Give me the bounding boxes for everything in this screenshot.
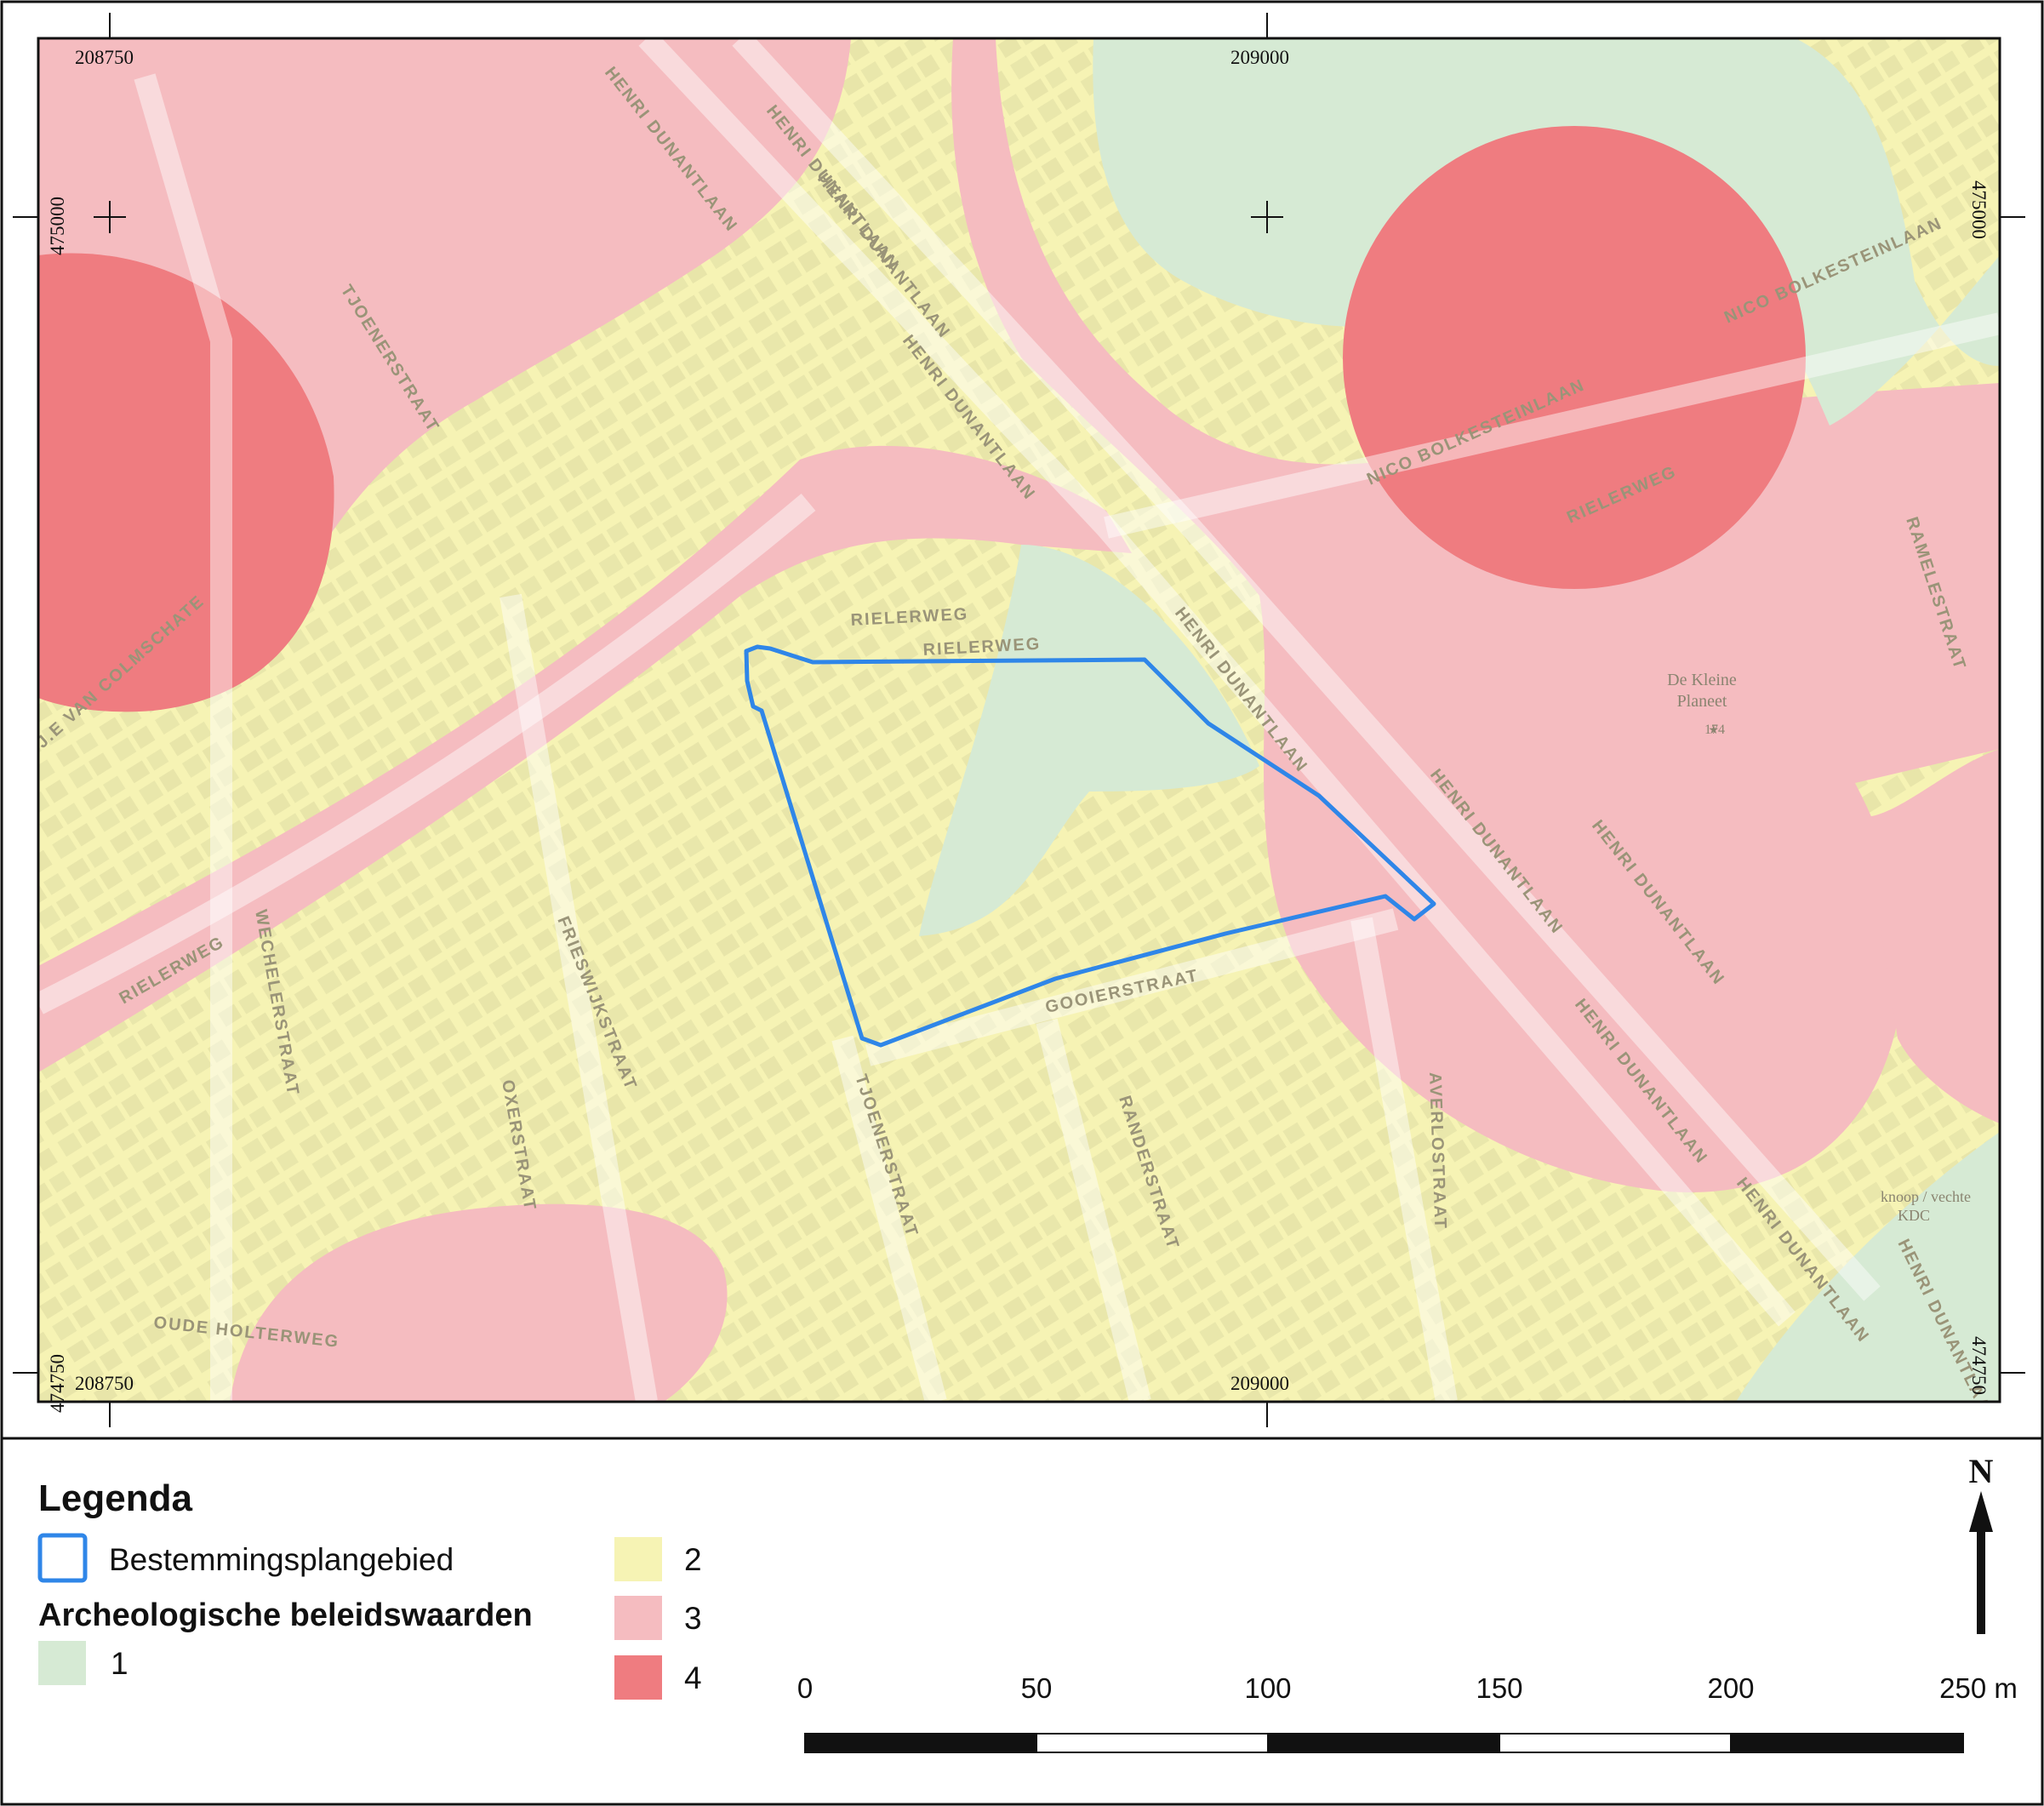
- coord-left-bottom: 474750: [47, 1354, 68, 1413]
- coord-right-bottom: 474750: [1968, 1336, 1990, 1395]
- legend-swatch-1: [38, 1641, 86, 1685]
- scale-label: 200: [1707, 1672, 1754, 1704]
- scale-label: 150: [1476, 1672, 1522, 1704]
- coord-right-top: 475000: [1968, 180, 1990, 239]
- north-label: N: [1969, 1452, 1994, 1490]
- scale-label: 50: [1021, 1672, 1053, 1704]
- map-figure: HENRI DUNANTLAAN HENRI DUNANTLAAN HENRI …: [0, 0, 2044, 1806]
- legend-label-3: 3: [684, 1601, 702, 1636]
- legend-boundary-swatch: [37, 1533, 88, 1583]
- coord-top-left: 208750: [75, 47, 134, 68]
- legend-label-2: 2: [684, 1542, 702, 1577]
- legend-label-1: 1: [111, 1646, 128, 1681]
- poi-knooppunt-2: KDC: [1898, 1207, 1930, 1224]
- coord-bottom-mid: 209000: [1230, 1373, 1289, 1394]
- legend-boundary-label: Bestemmingsplangebied: [109, 1542, 454, 1577]
- poi-school-name-2: Planeet: [1677, 692, 1727, 711]
- legend-title: Legenda: [38, 1477, 192, 1519]
- coord-top-mid: 209000: [1230, 47, 1289, 68]
- legend-swatch-4: [614, 1655, 662, 1700]
- scale-label: 100: [1244, 1672, 1291, 1704]
- coord-left-top: 475000: [47, 197, 68, 255]
- star-icon: ★: [1708, 724, 1719, 737]
- poi-knooppunt: knoop / vechte: [1881, 1188, 1971, 1205]
- poi-school-name: De Kleine: [1667, 671, 1737, 689]
- legend-values-title: Archeologische beleidswaarden: [38, 1597, 533, 1633]
- coord-bottom-left: 208750: [75, 1373, 134, 1394]
- scale-label: 250 m: [1939, 1672, 2018, 1704]
- map-canvas: HENRI DUNANTLAAN HENRI DUNANTLAAN HENRI …: [38, 38, 2000, 1402]
- legend-label-4: 4: [684, 1660, 702, 1695]
- legend-swatch-2: [614, 1537, 662, 1581]
- scale-label: 0: [797, 1672, 813, 1704]
- legend-swatch-3: [614, 1596, 662, 1640]
